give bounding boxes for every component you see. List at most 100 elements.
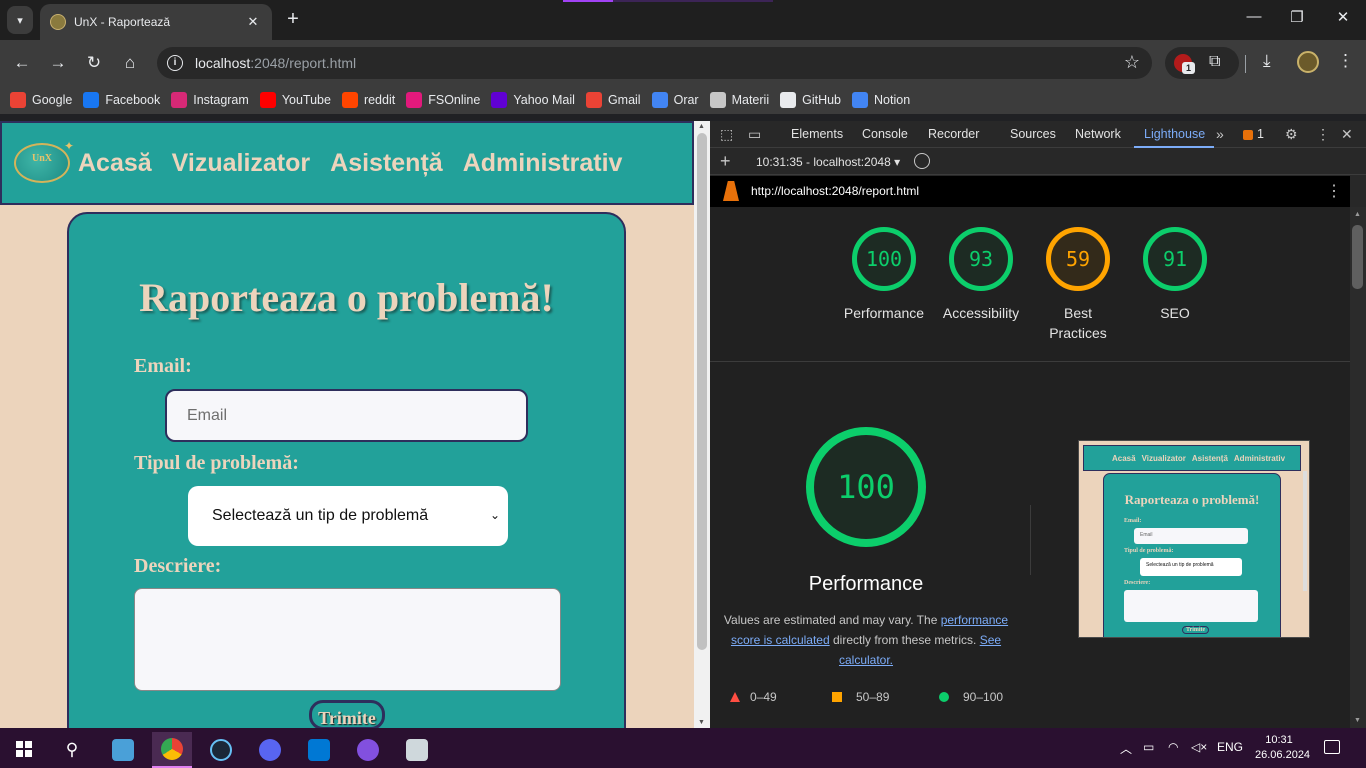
minimize-button[interactable]: — bbox=[1244, 8, 1264, 25]
chrome-taskbar-icon[interactable] bbox=[152, 732, 192, 768]
tab-search-button[interactable]: ▾ bbox=[7, 6, 33, 34]
page-scrollbar[interactable]: ▲ ▼ bbox=[694, 121, 710, 728]
show-hidden-icons[interactable]: ︿ bbox=[1120, 740, 1132, 757]
thumb-heading: Raporteaza o problemă! bbox=[1124, 492, 1260, 507]
notifications-icon[interactable] bbox=[1324, 740, 1340, 754]
bookmark-label: Instagram bbox=[193, 93, 249, 107]
language-indicator[interactable]: ENG bbox=[1217, 740, 1243, 754]
new-tab-button[interactable]: + bbox=[282, 8, 304, 30]
scroll-up-arrow[interactable]: ▲ bbox=[698, 123, 705, 130]
tab-elements[interactable]: Elements bbox=[791, 127, 843, 141]
more-tabs-icon[interactable]: » bbox=[1216, 126, 1224, 142]
this-pc-taskbar-icon[interactable] bbox=[103, 732, 143, 768]
chevron-down-icon: ⌄ bbox=[489, 508, 500, 522]
tab-network[interactable]: Network bbox=[1075, 127, 1121, 141]
window-accent bbox=[563, 0, 613, 2]
problem-type-select[interactable]: Selectează un tip de problemă ⌄ bbox=[188, 486, 508, 546]
close-window-button[interactable]: ✕ bbox=[1333, 8, 1353, 26]
bookmark-fsonline[interactable]: FSOnline bbox=[406, 92, 480, 108]
gauge-accessibility[interactable]: 93 Accessibility bbox=[931, 227, 1031, 323]
settings-gear-icon[interactable]: ⚙ bbox=[1285, 126, 1298, 143]
logo-text: UnX bbox=[32, 153, 53, 164]
page-scroll-thumb[interactable] bbox=[697, 133, 707, 650]
gauge-best-practices[interactable]: 59 Best Practices bbox=[1028, 227, 1128, 343]
report-menu-icon[interactable]: ⋮ bbox=[1326, 181, 1342, 201]
github-desktop-taskbar-icon[interactable] bbox=[348, 732, 388, 768]
bookmark-instagram[interactable]: Instagram bbox=[171, 92, 249, 108]
lighthouse-logo-icon bbox=[723, 181, 739, 201]
issues-icon[interactable] bbox=[1243, 130, 1253, 140]
bookmark-facebook[interactable]: Facebook bbox=[83, 92, 160, 108]
vscode-taskbar-icon[interactable] bbox=[299, 732, 339, 768]
nav-link-home[interactable]: Acasă bbox=[78, 149, 152, 178]
downloads-icon[interactable]: ⤓ bbox=[1263, 51, 1271, 71]
bookmark-yahoo-mail[interactable]: Yahoo Mail bbox=[491, 92, 575, 108]
gauge-seo[interactable]: 91 SEO bbox=[1125, 227, 1225, 323]
home-button[interactable]: ⌂ bbox=[119, 52, 141, 74]
bookmark-youtube[interactable]: YouTube bbox=[259, 92, 331, 108]
bookmark-materii[interactable]: Materii bbox=[709, 92, 769, 108]
toolbar-divider bbox=[1245, 55, 1246, 73]
bookmark-orar[interactable]: Orar bbox=[651, 92, 699, 108]
report-form-card: Raporteaza o problemă! Email: Tipul de p… bbox=[67, 212, 626, 728]
inspect-element-icon[interactable]: ⬚ bbox=[720, 126, 733, 143]
clear-reports-icon[interactable] bbox=[914, 153, 930, 169]
bookmark-gmail[interactable]: Gmail bbox=[585, 92, 641, 108]
forward-button[interactable]: → bbox=[47, 52, 69, 74]
device-toolbar-icon[interactable]: ▭ bbox=[748, 126, 761, 143]
reload-button[interactable]: ↻ bbox=[83, 52, 105, 74]
nav-link-admin[interactable]: Administrativ bbox=[463, 149, 623, 178]
taskbar-clock[interactable]: 10:31 26.06.2024 bbox=[1255, 733, 1310, 763]
description-textarea[interactable] bbox=[134, 588, 561, 691]
nav-link-viewer[interactable]: Vizualizator bbox=[172, 149, 310, 178]
report-scroll-thumb[interactable] bbox=[1352, 225, 1363, 289]
site-info-icon[interactable]: i bbox=[167, 55, 183, 71]
nav-link-help[interactable]: Asistență bbox=[330, 149, 443, 178]
url-text[interactable]: localhost:2048/report.html bbox=[195, 55, 356, 71]
tab-console[interactable]: Console bbox=[862, 127, 908, 141]
tab-favicon-icon bbox=[50, 14, 66, 30]
back-button[interactable]: ← bbox=[11, 52, 33, 74]
image-viewer-taskbar-icon[interactable] bbox=[397, 732, 437, 768]
search-taskbar-icon[interactable]: ⚲ bbox=[52, 732, 92, 768]
tab-recorder[interactable]: Recorder bbox=[928, 127, 979, 141]
tab-title: UnX - Raportează bbox=[74, 15, 171, 29]
bookmark-google[interactable]: Google bbox=[10, 92, 72, 108]
discord-taskbar-icon[interactable] bbox=[250, 732, 290, 768]
page-screenshot-thumbnail[interactable]: Acasă Vizualizator Asistență Administrativ … bbox=[1078, 440, 1310, 638]
scroll-up-arrow[interactable]: ▲ bbox=[1354, 211, 1361, 218]
scroll-down-arrow[interactable]: ▼ bbox=[1354, 717, 1361, 724]
issues-count[interactable]: 1 bbox=[1257, 127, 1264, 141]
scroll-down-arrow[interactable]: ▼ bbox=[698, 719, 705, 726]
menu-kebab-icon[interactable]: ⋮ bbox=[1337, 51, 1354, 71]
wifi-icon[interactable]: ◠ bbox=[1168, 740, 1178, 754]
gauge-label: Best Practices bbox=[1049, 305, 1107, 341]
report-session-select[interactable]: 10:31:35 - localhost:2048 ▾ bbox=[756, 155, 900, 169]
email-input[interactable] bbox=[165, 389, 528, 442]
instagram-icon bbox=[171, 92, 188, 108]
bookmark-notion[interactable]: Notion bbox=[852, 92, 910, 108]
close-devtools-icon[interactable]: ✕ bbox=[1341, 126, 1353, 143]
steam-taskbar-icon[interactable] bbox=[201, 732, 241, 768]
bookmark-reddit[interactable]: reddit bbox=[341, 92, 395, 108]
tab-close-icon[interactable]: ✕ bbox=[244, 14, 262, 30]
submit-button[interactable]: Trimite bbox=[309, 700, 385, 728]
report-scrollbar[interactable]: ▲ ▼ bbox=[1350, 207, 1366, 728]
address-bar[interactable]: i localhost:2048/report.html ☆ bbox=[157, 47, 1152, 79]
gauge-performance[interactable]: 100 Performance bbox=[834, 227, 934, 323]
windows-start-icon[interactable] bbox=[16, 741, 32, 757]
new-report-icon[interactable]: + bbox=[720, 151, 731, 172]
battery-icon[interactable]: ▭ bbox=[1143, 740, 1154, 754]
tab-sources[interactable]: Sources bbox=[1010, 127, 1056, 141]
tab-active[interactable]: UnX - Raportează ✕ bbox=[40, 4, 272, 40]
volume-muted-icon[interactable]: ◁× bbox=[1191, 740, 1207, 754]
bookmarks-bar: Google Facebook Instagram YouTube reddit FSOn… bbox=[0, 86, 1366, 114]
bookmark-star-icon[interactable]: ☆ bbox=[1124, 52, 1140, 73]
bookmark-github[interactable]: GitHub bbox=[780, 92, 841, 108]
devtools-menu-icon[interactable]: ⋮ bbox=[1316, 126, 1330, 143]
profile-avatar[interactable] bbox=[1297, 51, 1319, 73]
tab-lighthouse[interactable]: Lighthouse bbox=[1144, 127, 1205, 141]
extensions-puzzle-icon[interactable]: ⧉ bbox=[1209, 53, 1220, 71]
site-logo[interactable]: UnX ✦ bbox=[12, 139, 74, 187]
restore-button[interactable]: ❐ bbox=[1287, 8, 1307, 26]
